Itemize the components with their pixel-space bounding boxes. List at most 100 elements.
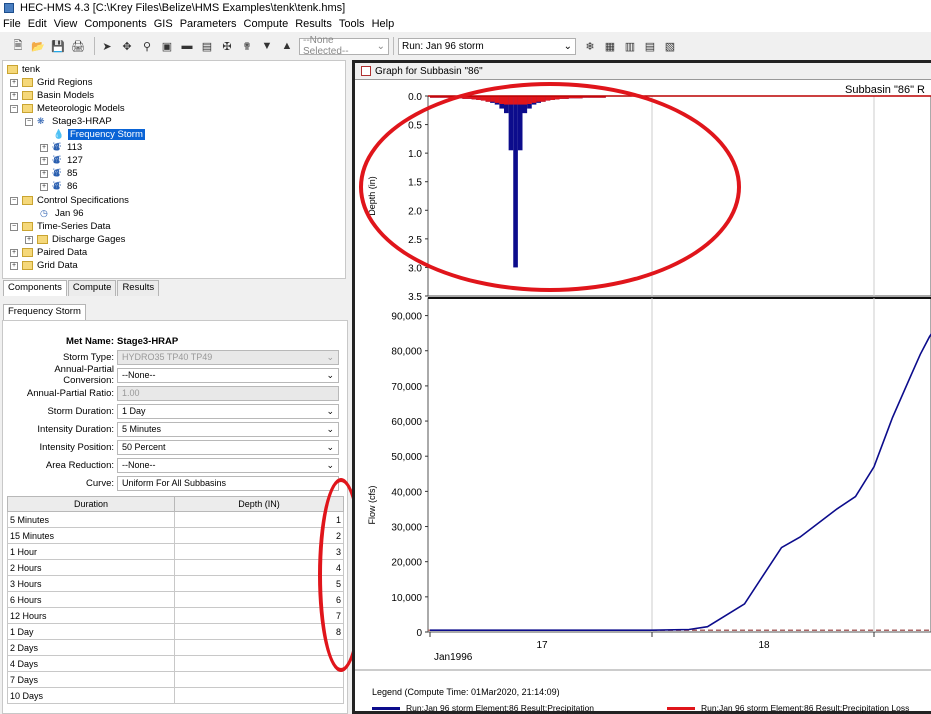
intensity-duration-select[interactable]: 5 Minutes ⌄ xyxy=(117,421,339,437)
intensity-position-select[interactable]: 50 Percent ⌄ xyxy=(117,439,339,455)
expand-icon[interactable]: + xyxy=(40,143,48,152)
tab-results[interactable]: Results xyxy=(117,280,160,296)
tree-tabs: Components Compute Results xyxy=(3,280,160,296)
legend-swatch-precip xyxy=(372,706,400,710)
reservoir-tool-icon[interactable]: ▤ xyxy=(199,38,215,54)
y-tick-label: 0.0 xyxy=(408,92,422,103)
tree-frequency-storm[interactable]: 💧 Frequency Storm xyxy=(53,128,145,141)
expand-icon[interactable]: + xyxy=(40,182,48,191)
tree-subbasin-113[interactable]: + ⛇ 113 xyxy=(40,141,82,154)
depth-cell[interactable] xyxy=(174,671,344,688)
menu-components[interactable]: Components xyxy=(84,18,146,30)
y-tick-label: 70,000 xyxy=(391,382,422,393)
tree-subbasin-86[interactable]: + ⛇ 86 xyxy=(40,180,78,193)
collapse-icon[interactable]: − xyxy=(10,222,18,231)
menu-view[interactable]: View xyxy=(54,18,78,30)
expand-icon[interactable]: + xyxy=(10,248,18,257)
depth-cell[interactable] xyxy=(174,687,344,704)
depth-cell[interactable] xyxy=(174,655,344,672)
time-series-table-icon[interactable]: ▧ xyxy=(662,38,678,54)
menu-help[interactable]: Help xyxy=(372,18,395,30)
collapse-icon[interactable]: − xyxy=(10,104,18,113)
expand-icon[interactable]: + xyxy=(10,91,18,100)
legend-title: Legend (Compute Time: 01Mar2020, 21:14:0… xyxy=(372,687,560,697)
tree-grid-data[interactable]: + Grid Data xyxy=(10,259,78,272)
menu-results[interactable]: Results xyxy=(295,18,332,30)
sink-tool-icon[interactable]: ▲ xyxy=(279,38,295,54)
chevron-down-icon: ⌄ xyxy=(326,369,334,380)
tree-met-models[interactable]: − Meteorologic Models xyxy=(10,102,125,115)
print-icon[interactable]: 🖨 xyxy=(70,38,86,54)
legend-item-precip: Run:Jan 96 storm Element:86 Result:Preci… xyxy=(372,703,594,713)
element-select-dropdown[interactable]: --None Selected-- ⌄ xyxy=(299,35,389,57)
new-file-icon[interactable]: 🗎 xyxy=(10,38,26,54)
tree-paired-data[interactable]: + Paired Data xyxy=(10,246,87,259)
area-reduction-select[interactable]: --None-- ⌄ xyxy=(117,457,339,473)
depth-cell[interactable]: 1 xyxy=(174,511,344,528)
met-name-row: Met Name: Stage3-HRAP xyxy=(3,333,349,349)
menu-gis[interactable]: GIS xyxy=(154,18,173,30)
run-select-dropdown[interactable]: Run: Jan 96 storm ⌄ xyxy=(398,37,576,55)
chevron-down-icon: ⌄ xyxy=(326,441,334,452)
annual-partial-ratio-field[interactable]: 1.00 xyxy=(117,385,339,401)
tree-jan96[interactable]: ◷ Jan 96 xyxy=(40,207,84,220)
arrow-select-icon[interactable]: ➤ xyxy=(99,38,115,54)
menu-tools[interactable]: Tools xyxy=(339,18,365,30)
junction-tool-icon[interactable]: ✠ xyxy=(219,38,235,54)
annual-partial-conversion-select[interactable]: --None-- ⌄ xyxy=(117,367,339,383)
expand-icon[interactable]: + xyxy=(10,261,18,270)
editor-tabs: Frequency Storm xyxy=(3,304,87,320)
menu-compute[interactable]: Compute xyxy=(244,18,289,30)
zoom-icon[interactable]: ⚲ xyxy=(139,38,155,54)
folder-icon xyxy=(37,235,48,244)
toolbar-divider xyxy=(393,37,394,55)
collapse-icon[interactable]: − xyxy=(25,117,33,126)
col-depth: Depth (IN) xyxy=(174,496,344,512)
collapse-icon[interactable]: − xyxy=(10,196,18,205)
graph-icon[interactable]: ▥ xyxy=(622,38,638,54)
element-select-value: --None Selected-- xyxy=(303,35,349,57)
reach-tool-icon[interactable]: ▬ xyxy=(179,38,195,54)
storm-duration-select[interactable]: 1 Day ⌄ xyxy=(117,403,339,419)
depth-cell[interactable]: 7 xyxy=(174,607,344,624)
tree-stage3-hrap[interactable]: − ❋ Stage3-HRAP xyxy=(25,115,112,128)
summary-table-icon[interactable]: ▤ xyxy=(642,38,658,54)
y-tick-label: 50,000 xyxy=(391,452,422,463)
depth-cell[interactable]: 2 xyxy=(174,527,344,544)
tree-subbasin-127[interactable]: + ⛇ 127 xyxy=(40,154,83,167)
storm-type-select[interactable]: HYDRO35 TP40 TP49 ⌄ xyxy=(117,349,339,365)
tree-control-specs[interactable]: − Control Specifications xyxy=(10,194,129,207)
tree-grid-regions[interactable]: + Grid Regions xyxy=(10,76,92,89)
open-folder-icon[interactable]: 📂 xyxy=(30,38,46,54)
global-summary-icon[interactable]: ▦ xyxy=(602,38,618,54)
source-tool-icon[interactable]: ▼ xyxy=(259,38,275,54)
depth-cell[interactable]: 8 xyxy=(174,623,344,640)
depth-cell[interactable] xyxy=(174,639,344,656)
tab-components[interactable]: Components xyxy=(3,280,67,296)
tree-ts-data[interactable]: − Time-Series Data xyxy=(10,220,111,233)
tree-subbasin-85[interactable]: + ⛇ 85 xyxy=(40,167,78,180)
curve-select[interactable]: Uniform For All Subbasins xyxy=(117,475,339,491)
subbasin-tool-icon[interactable]: ▣ xyxy=(159,38,175,54)
tree-discharge-gages[interactable]: + Discharge Gages xyxy=(25,233,125,246)
save-icon[interactable]: 💾 xyxy=(50,38,66,54)
menu-bar: File Edit View Components GIS Parameters… xyxy=(0,16,931,32)
expand-icon[interactable]: + xyxy=(40,156,48,165)
tab-compute[interactable]: Compute xyxy=(67,280,117,296)
menu-edit[interactable]: Edit xyxy=(28,18,47,30)
diversion-tool-icon[interactable]: ✟ xyxy=(239,38,255,54)
left-panel: tenk + Grid Regions + Basin Models − Meteor… xyxy=(0,60,349,714)
tree-basin-models[interactable]: + Basin Models xyxy=(10,89,94,102)
legend-swatch-loss xyxy=(667,706,695,710)
expand-icon[interactable]: + xyxy=(10,78,18,87)
tree-root[interactable]: tenk xyxy=(7,63,40,76)
expand-icon[interactable]: + xyxy=(25,235,33,244)
expand-icon[interactable]: + xyxy=(40,169,48,178)
compute-run-icon[interactable]: ❄ xyxy=(582,38,598,54)
pan-icon[interactable]: ✥ xyxy=(119,38,135,54)
tab-frequency-storm[interactable]: Frequency Storm xyxy=(3,304,86,320)
intensity-duration-row: Intensity Duration: 5 Minutes ⌄ xyxy=(3,421,349,437)
legend-item-loss: Run:Jan 96 storm Element:86 Result:Preci… xyxy=(667,703,909,713)
menu-file[interactable]: File xyxy=(3,18,21,30)
menu-parameters[interactable]: Parameters xyxy=(180,18,237,30)
